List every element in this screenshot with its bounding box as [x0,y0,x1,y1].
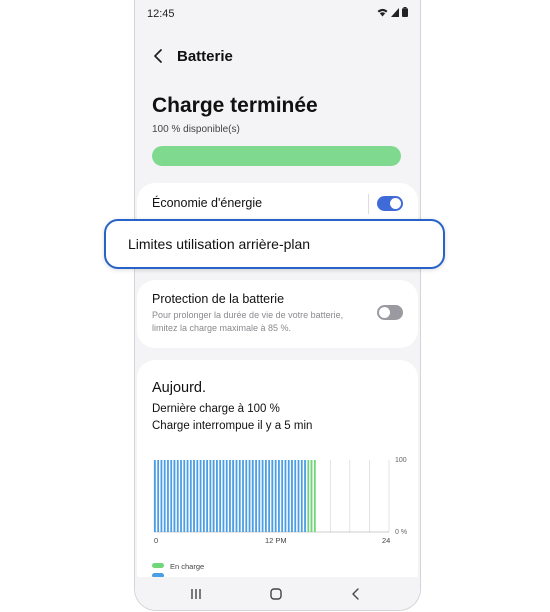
legend-swatch-charging [152,563,164,568]
x-tick-label: 24 [382,536,390,545]
chart-bar [255,460,257,532]
y-tick-label: 0 % [395,529,407,536]
chart-bar [238,460,241,532]
battery-protection-description: Pour prolonger la durée de vie de votre … [152,310,344,333]
chart-bar [202,460,205,532]
chart-bar [313,460,316,532]
chart-bar [180,460,182,532]
usage-card: Aujourd. Dernière charge à 100 % Charge … [137,360,418,590]
background-usage-limits-item[interactable]: Limites utilisation arrière-plan [104,219,445,269]
x-tick-label: 12 PM [265,536,287,545]
chart-bar [199,460,202,532]
battery-protection-row[interactable]: Protection de la batterie Pour prolonger… [137,280,418,348]
chart-bar [193,460,195,532]
chart-bar [258,460,261,532]
chart-bar [167,460,169,532]
battery-available-text: 100 % disponible(s) [152,124,240,135]
chart-bar [222,460,225,532]
chart-bar [274,460,277,532]
divider [368,194,369,214]
chart-bar [242,460,244,532]
wifi-icon [377,8,388,16]
power-saving-toggle[interactable] [377,196,403,211]
chart-bar [310,460,313,532]
status-bar: 12:45 [135,0,420,26]
chart-bar [206,460,209,532]
chart-bar [232,460,235,532]
chart-bar [212,460,215,532]
chart-bar [307,460,310,532]
power-saving-label: Économie d'énergie [152,196,263,210]
chart-bar [216,460,218,532]
chart-bar [229,460,231,532]
chart-bar [281,460,284,532]
chart-bar [297,460,300,532]
status-icons [377,7,408,17]
app-header: Batterie [135,40,420,74]
back-nav-icon[interactable] [348,586,364,602]
chart-bar [173,460,176,532]
battery-level-bar [152,146,401,166]
chart-bar [209,460,212,532]
toggle-knob [379,307,390,318]
chart-bar [278,460,280,532]
signal-icon [391,7,399,17]
chart-bar [157,460,160,532]
chart-bar [183,460,186,532]
chart-bar [154,460,156,532]
status-time: 12:45 [147,8,175,20]
y-tick-label: 100 [395,457,407,464]
phone-screen: 12:45 Batterie Charge terminée 100 % dis… [134,0,421,611]
back-arrow-icon[interactable] [151,48,167,64]
battery-protection-toggle[interactable] [377,305,403,320]
chart-bar [271,460,274,532]
chart-bar [287,460,290,532]
chart-bar [225,460,228,532]
chart-bar [196,460,199,532]
chart-bar [251,460,254,532]
chart-bar [248,460,251,532]
chart-bar [170,460,173,532]
navigation-bar [135,577,420,610]
chart-bar [304,460,306,532]
battery-icon [402,7,408,17]
chart-bar [294,460,297,532]
chart-bar [186,460,189,532]
chart-bar [245,460,248,532]
chart-bar [284,460,287,532]
chart-bar [189,460,192,532]
page-title: Batterie [177,48,233,65]
chart-bar [300,460,303,532]
legend-label: En charge [170,562,204,571]
home-icon[interactable] [268,586,284,602]
chart-bar [160,460,163,532]
battery-level-fill [152,146,401,166]
battery-protection-label: Protection de la batterie [152,292,285,306]
chart-bar [291,460,293,532]
chart-bar [261,460,264,532]
chart-bar [235,460,238,532]
chart-bar [163,460,166,532]
chart-bar [268,460,271,532]
chart-bar [176,460,179,532]
battery-status-headline: Charge terminée [152,94,318,117]
recent-apps-icon[interactable] [188,586,204,602]
toggle-knob [390,198,401,209]
background-usage-limits-label: Limites utilisation arrière-plan [128,236,311,252]
chart-bar [264,460,267,532]
chart-bar [219,460,222,532]
battery-usage-chart: 100 0 % 0 12 PM 24 En charge [152,457,407,578]
x-tick-label: 0 [154,536,158,545]
